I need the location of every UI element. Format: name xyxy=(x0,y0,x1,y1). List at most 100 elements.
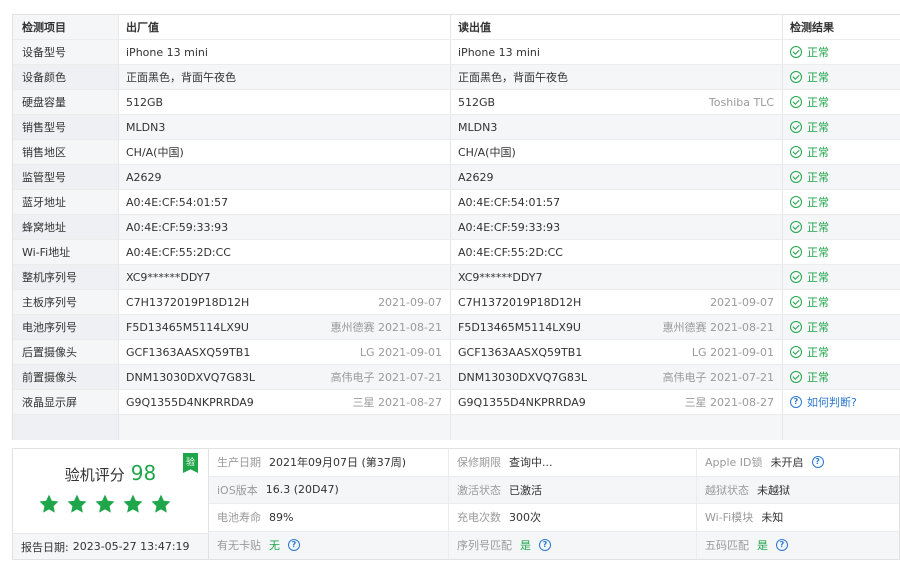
info-value: 是 xyxy=(757,539,768,553)
info-value: 89% xyxy=(269,510,294,524)
question-circle-icon[interactable]: ? xyxy=(539,539,551,552)
question-circle-icon[interactable]: ? xyxy=(811,456,824,469)
check-circle-icon xyxy=(790,271,802,283)
result-text: 正常 xyxy=(807,321,829,334)
table-row: 蜂窝地址 A0:4E:CF:59:33:93 A0:4E:CF:59:33:93 正常 xyxy=(13,215,900,240)
result-ok: 正常 xyxy=(790,344,829,360)
row-item-name: 监管型号 xyxy=(13,165,119,189)
info-label: 电池寿命 xyxy=(217,511,261,525)
factory-value: XC9******DDY7 xyxy=(126,270,211,284)
result-text: 正常 xyxy=(807,346,829,359)
info-cell: Wi-Fi模块 未知 xyxy=(697,504,899,532)
question-circle-icon[interactable]: ? xyxy=(776,539,788,552)
check-circle-icon xyxy=(790,71,802,83)
factory-value: iPhone 13 mini xyxy=(126,45,208,59)
factory-value: A0:4E:CF:54:01:57 xyxy=(126,195,229,209)
read-value: A2629 xyxy=(458,170,494,184)
result-text: 正常 xyxy=(807,296,829,309)
read-meta: 高伟电子 2021-07-21 xyxy=(662,371,774,384)
factory-value: MLDN3 xyxy=(126,120,166,134)
row-item-name: 整机序列号 xyxy=(13,265,119,289)
row-result: 正常 xyxy=(783,290,900,314)
table-empty-row xyxy=(13,415,900,440)
check-circle-icon xyxy=(790,96,802,108)
check-circle-icon xyxy=(790,371,802,383)
info-value: 16.3 (20D47) xyxy=(265,483,339,497)
info-label: 保修期限 xyxy=(457,456,501,470)
info-value: 是 xyxy=(520,539,531,553)
info-label: 激活状态 xyxy=(457,483,501,497)
info-label: 充电次数 xyxy=(457,511,501,525)
info-cell: 五码匹配是? xyxy=(697,531,899,559)
row-read-value: A2629 xyxy=(451,165,783,189)
read-meta: 2021-09-07 xyxy=(710,295,774,309)
table-row: 液晶显示屏 G9Q1355D4NKPRRDA9 三星 2021-08-27 G9Q13… xyxy=(13,390,900,415)
read-value: MLDN3 xyxy=(458,120,498,134)
score-label: 验机评分 xyxy=(64,466,125,484)
table-row: 设备型号 iPhone 13 mini iPhone 13 mini 正常 xyxy=(13,40,900,65)
factory-value: F5D13465M5114LX9U xyxy=(126,320,249,334)
read-value: XC9******DDY7 xyxy=(458,270,543,284)
info-value: 无 xyxy=(269,539,280,553)
row-item-name: 蜂窝地址 xyxy=(13,215,119,239)
question-circle-icon[interactable]: ? xyxy=(288,539,300,552)
score-value: 98 xyxy=(130,461,157,485)
factory-meta: 高伟电子 2021-07-21 xyxy=(330,371,442,384)
info-cell: iOS版本 16.3 (20D47) xyxy=(209,476,449,504)
factory-value: CH/A(中国) xyxy=(126,146,184,159)
row-result: 正常 xyxy=(783,240,900,264)
row-result: 正常 xyxy=(783,115,900,139)
result-text: 正常 xyxy=(807,371,829,384)
info-cell: 充电次数 300次 xyxy=(449,504,697,532)
row-factory-value: 正面黑色，背面午夜色 xyxy=(119,65,451,89)
result-text: 正常 xyxy=(807,196,829,209)
factory-value: GCF1363AASXQ59TB1 xyxy=(126,345,251,359)
result-text: 正常 xyxy=(807,71,829,84)
row-read-value: A0:4E:CF:55:2D:CC xyxy=(451,240,783,264)
star-icon xyxy=(39,494,59,513)
row-factory-value: MLDN3 xyxy=(119,115,451,139)
read-meta: Toshiba TLC xyxy=(708,95,774,109)
row-result: 正常 xyxy=(783,340,900,364)
read-meta: 惠州德赛 2021-08-21 xyxy=(662,321,774,334)
info-label: Apple ID锁 xyxy=(705,456,763,470)
row-read-value: 正面黑色，背面午夜色 xyxy=(451,65,783,89)
read-meta: LG 2021-09-01 xyxy=(691,345,774,359)
row-result: 正常 xyxy=(783,365,900,389)
row-factory-value: XC9******DDY7 xyxy=(119,265,451,289)
row-item-name: 设备颜色 xyxy=(13,65,119,89)
row-result: 正常 xyxy=(783,190,900,214)
info-label: 五码匹配 xyxy=(705,539,749,553)
summary-panel: 验机评分 98 验 报告日期: 2023-05-27 13:47:19 生产日期… xyxy=(12,448,900,560)
read-value: 512GB xyxy=(458,95,496,109)
header-factory: 出厂值 xyxy=(119,15,451,39)
how-to-judge-link[interactable]: ? 如何判断? xyxy=(790,394,857,410)
row-item-name: 主板序列号 xyxy=(13,290,119,314)
info-cell: 激活状态 已激活 xyxy=(449,476,697,504)
read-meta: 三星 2021-08-27 xyxy=(684,396,774,409)
row-read-value: A0:4E:CF:59:33:93 xyxy=(451,215,783,239)
row-item-name: 设备型号 xyxy=(13,40,119,64)
row-read-value: A0:4E:CF:54:01:57 xyxy=(451,190,783,214)
result-ok: 正常 xyxy=(790,219,829,235)
check-circle-icon xyxy=(790,221,802,233)
table-row: 前置摄像头 DNM13030DXVQ7G83L 高伟电子 2021-07-21 DNM… xyxy=(13,365,900,390)
info-value: 查询中... xyxy=(509,456,553,470)
star-icon xyxy=(67,494,87,513)
info-cell: 序列号匹配是? xyxy=(449,531,697,559)
row-result: 正常 xyxy=(783,315,900,339)
check-circle-icon xyxy=(790,46,802,58)
info-value: 2021年09月07日 (第37周) xyxy=(269,456,407,470)
info-label: 越狱状态 xyxy=(705,483,749,497)
read-value: 正面黑色，背面午夜色 xyxy=(458,71,568,84)
read-value: A0:4E:CF:59:33:93 xyxy=(458,220,561,234)
row-item-name: 蓝牙地址 xyxy=(13,190,119,214)
result-ok: 正常 xyxy=(790,169,829,185)
factory-value: A2629 xyxy=(126,170,162,184)
result-ok: 正常 xyxy=(790,194,829,210)
row-factory-value: 512GB xyxy=(119,90,451,114)
result-ok: 正常 xyxy=(790,269,829,285)
table-row: 销售型号 MLDN3 MLDN3 正常 xyxy=(13,115,900,140)
table-row: 整机序列号 XC9******DDY7 XC9******DDY7 正常 xyxy=(13,265,900,290)
check-circle-icon xyxy=(790,246,802,258)
